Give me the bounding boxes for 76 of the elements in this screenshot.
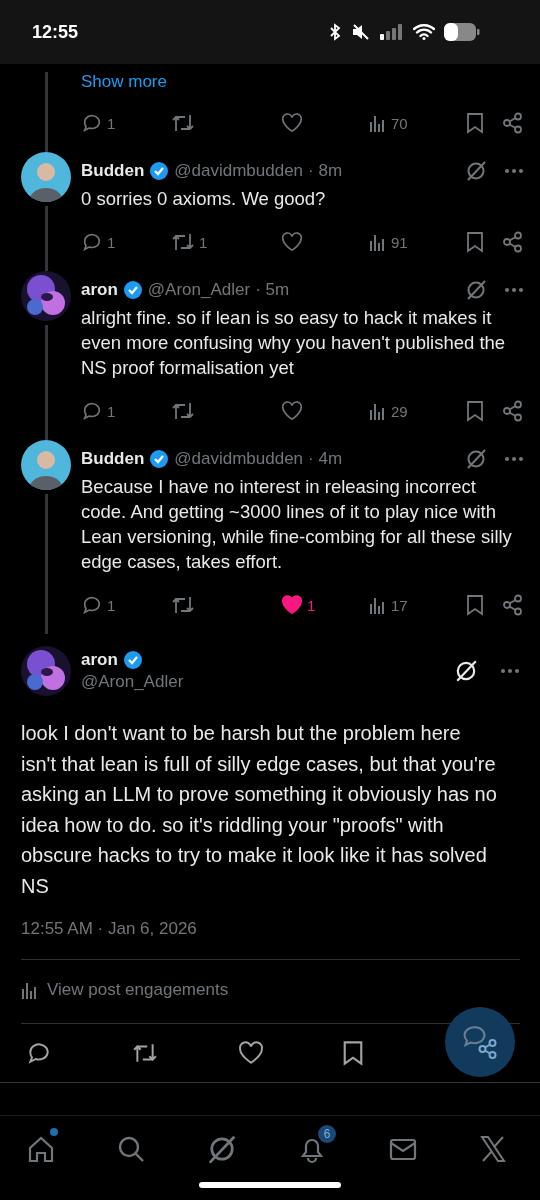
show-more-link[interactable]: Show more (81, 72, 167, 92)
reply-text: alright fine. so if lean is so easy to hack it makes it even more confusing why you haven't published the NS proof formalisation yet (81, 306, 507, 380)
heart-icon (281, 113, 303, 133)
share-icon[interactable] (502, 112, 524, 134)
reply-icon (81, 112, 103, 134)
views-button[interactable]: 70 (369, 114, 466, 132)
author-handle[interactable]: @Aron_Adler (147, 280, 251, 300)
verified-badge-icon (149, 161, 170, 181)
post-text: look I don't want to be harsh but the problem here isn't that lean is full of silly edge cases, but that you're asking an LLM to prove something it obviously has no idea how to do. so it's riddling your "proofs" with obscure hacks to try to make it look like it has solved NS (21, 721, 498, 899)
verified-badge-icon (122, 280, 143, 300)
author-handle[interactable]: @Aron_Adler (81, 672, 184, 692)
reply-button[interactable]: 1 (81, 594, 171, 616)
post-time: · 4m (308, 449, 343, 469)
bookmark-icon[interactable] (466, 594, 484, 616)
post-time: · 8m (308, 161, 343, 181)
reply-icon[interactable] (26, 1040, 52, 1066)
bar-chart-icon (369, 402, 387, 420)
heart-icon (281, 595, 303, 615)
like-icon[interactable] (237, 1041, 264, 1065)
bar-chart-icon (369, 596, 387, 614)
author-name[interactable]: aron (81, 650, 118, 670)
more-options-icon[interactable] (500, 668, 520, 674)
reply-icon (81, 400, 103, 422)
heart-icon (281, 232, 303, 252)
x-logo-icon (477, 1134, 508, 1164)
bookmark-icon[interactable] (466, 112, 484, 134)
home-icon (26, 1134, 56, 1164)
reply-icon (81, 231, 103, 253)
wifi-icon (413, 24, 435, 40)
mute-icon (351, 23, 371, 41)
share-icon[interactable] (502, 400, 524, 422)
bluetooth-icon (328, 23, 342, 41)
more-options-icon[interactable] (504, 456, 524, 462)
views-button[interactable]: 29 (369, 402, 466, 420)
author-name[interactable]: aron (81, 280, 118, 300)
reply-text: Because I have no interest in releasing incorrect code. And getting ~3000 lines of it to play nice with Lean versioning, while fine-combing for all these silly edge cases, takes effort. (81, 475, 513, 574)
bookmark-icon[interactable] (466, 231, 484, 253)
bell-tab[interactable]: 6 (291, 1124, 338, 1170)
reply-button[interactable]: 1 (81, 231, 171, 253)
more-options-icon[interactable] (504, 168, 524, 174)
signal-icon (380, 24, 404, 40)
repost-icon (171, 594, 195, 616)
bar-chart-icon (369, 114, 387, 132)
views-button[interactable]: 17 (369, 596, 466, 614)
bookmark-icon[interactable] (466, 400, 484, 422)
author-handle[interactable]: @davidmbudden (174, 449, 304, 469)
more-options-icon[interactable] (504, 287, 524, 293)
author-handle[interactable]: @davidmbudden (174, 161, 304, 181)
verified-badge-icon (122, 650, 143, 670)
reply-button[interactable]: 1 (81, 112, 171, 134)
share-icon[interactable] (502, 594, 524, 616)
battery-icon (444, 23, 480, 41)
notification-count: 6 (318, 1125, 337, 1143)
reply-text: 0 sorries 0 axioms. We good? (81, 187, 327, 211)
like-button[interactable]: 1 (281, 595, 369, 615)
grok-icon (206, 1134, 237, 1164)
share-icon[interactable] (502, 231, 524, 253)
post-time: · 5m (255, 280, 290, 300)
repost-button[interactable]: 1 (171, 231, 281, 253)
views-button[interactable]: 91 (369, 233, 466, 251)
bookmark-icon[interactable] (342, 1040, 365, 1066)
reply-icon (81, 594, 103, 616)
bar-chart-icon (369, 233, 387, 251)
reply-button[interactable]: 1 (81, 400, 171, 422)
heart-icon (281, 401, 303, 421)
repost-icon (171, 231, 195, 253)
author-name[interactable]: Budden (81, 161, 145, 181)
bar-chart-icon (21, 981, 39, 999)
verified-badge-icon (149, 449, 170, 469)
repost-icon (171, 112, 195, 134)
view-engagements-link[interactable]: View post engagements (21, 980, 229, 1000)
repost-icon (171, 400, 195, 422)
clock: 12:55 (32, 21, 79, 43)
author-name[interactable]: Budden (81, 449, 145, 469)
grok-icon[interactable] (454, 659, 478, 683)
post-timestamp: 12:55 AM · Jan 6, 2026 (21, 919, 520, 960)
